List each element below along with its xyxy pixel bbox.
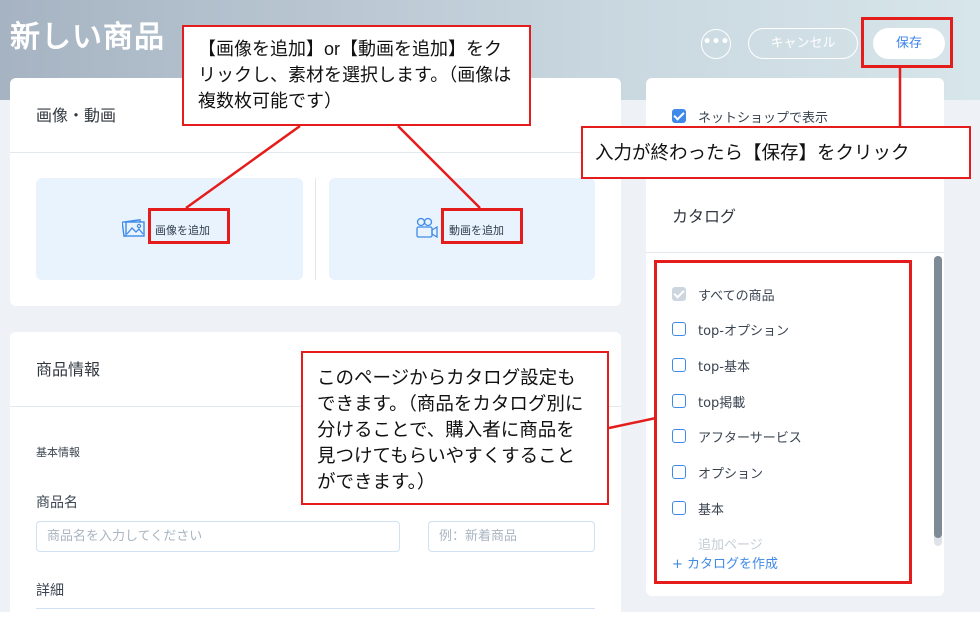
media-card-divider <box>10 152 621 153</box>
ribbon-input[interactable]: 例：新着商品 <box>428 521 595 552</box>
basic-info-label: 基本情報 <box>36 446 80 459</box>
catalog-instruction-callout: このページからカタログ設定もできます。（商品をカタログ別に分けることで、購入者に… <box>301 351 609 505</box>
product-info-title: 商品情報 <box>36 360 101 379</box>
media-instruction-text: 【画像を追加】or【動画を追加】をクリックし、素材を選択します。（画像は複数枚可… <box>198 39 512 111</box>
detail-label: 詳細 <box>36 583 64 599</box>
image-icon <box>122 219 145 237</box>
video-camera-icon <box>416 217 438 239</box>
save-instruction-text: 入力が終わったら【保存】をクリック <box>595 142 910 163</box>
page-title: 新しい商品 <box>10 20 165 55</box>
show-in-shop-label: ネットショップで表示 <box>698 111 829 126</box>
product-name-label: 商品名 <box>36 495 78 511</box>
add-video-highlight <box>441 208 523 244</box>
media-box-separator <box>315 178 316 280</box>
catalog-title: カタログ <box>672 207 737 226</box>
cancel-button[interactable]: キャンセル <box>748 28 858 59</box>
catalog-divider <box>646 252 944 253</box>
detail-editor-top <box>36 608 595 609</box>
save-button-highlight <box>861 17 953 68</box>
product-name-input[interactable]: 商品名を入力してください <box>36 521 400 552</box>
show-in-shop-checkbox[interactable] <box>672 109 686 123</box>
catalog-instruction-text: このページからカタログ設定もできます。（商品をカタログ別に分けることで、購入者に… <box>317 367 584 492</box>
save-instruction-callout: 入力が終わったら【保存】をクリック <box>581 126 971 179</box>
more-options-button[interactable]: ••• <box>701 29 731 59</box>
catalog-scroll-thumb[interactable] <box>934 256 942 538</box>
catalog-list-highlight <box>654 260 912 584</box>
add-image-highlight <box>148 208 230 244</box>
media-card-title: 画像・動画 <box>36 106 117 125</box>
catalog-scrollbar[interactable] <box>934 256 942 546</box>
media-instruction-callout: 【画像を追加】or【動画を追加】をクリックし、素材を選択します。（画像は複数枚可… <box>182 25 531 126</box>
